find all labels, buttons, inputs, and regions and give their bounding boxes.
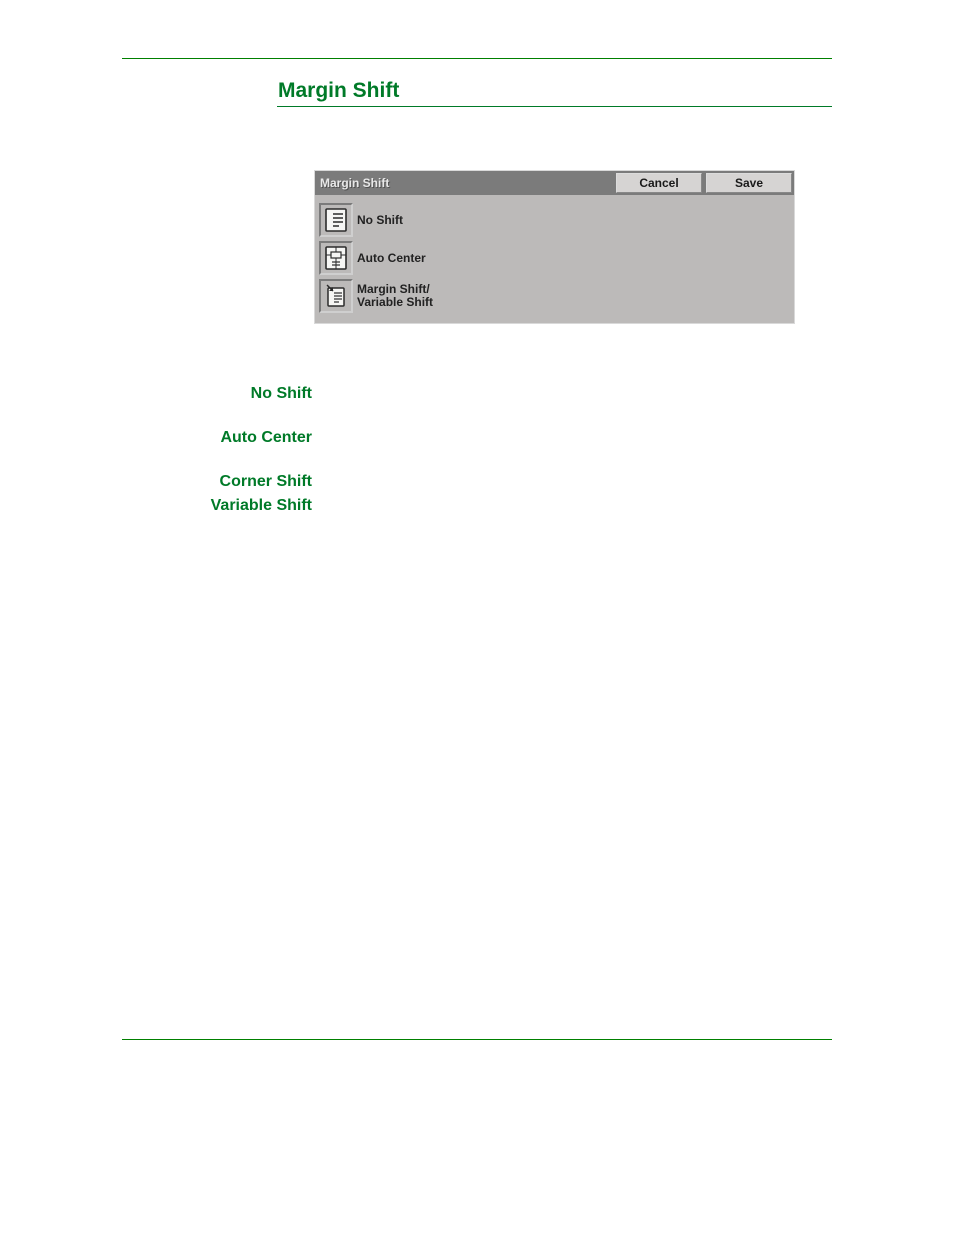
- option-no-shift[interactable]: No Shift: [319, 201, 499, 239]
- option-margin-variable[interactable]: Margin Shift/ Variable Shift: [319, 277, 499, 315]
- option-auto-center[interactable]: Auto Center: [319, 239, 499, 277]
- dialog-margin-shift: Margin Shift Cancel Save No: [315, 171, 794, 323]
- footer-rule: [122, 1039, 832, 1040]
- dialog-title: Margin Shift: [320, 176, 612, 190]
- desc-variable-shift: [332, 495, 832, 514]
- auto-center-icon: [319, 241, 353, 275]
- dialog-titlebar: Margin Shift Cancel Save: [315, 171, 794, 195]
- variable-shift-icon: [319, 279, 353, 313]
- option-auto-center-label: Auto Center: [357, 252, 426, 265]
- desc-auto-center: [332, 427, 832, 446]
- desc-corner-shift: [332, 471, 832, 490]
- term-variable-shift: Variable Shift: [122, 495, 312, 515]
- option-no-shift-label: No Shift: [357, 214, 403, 227]
- section-title: Margin Shift: [277, 79, 832, 107]
- term-corner-shift: Corner Shift: [122, 471, 312, 491]
- term-no-shift: No Shift: [122, 383, 312, 403]
- desc-no-shift: [332, 383, 832, 402]
- option-margin-variable-label: Margin Shift/ Variable Shift: [357, 283, 433, 308]
- cancel-button[interactable]: Cancel: [616, 173, 702, 193]
- save-button[interactable]: Save: [706, 173, 792, 193]
- top-rule: [122, 58, 832, 59]
- term-auto-center: Auto Center: [122, 427, 312, 447]
- no-shift-icon: [319, 203, 353, 237]
